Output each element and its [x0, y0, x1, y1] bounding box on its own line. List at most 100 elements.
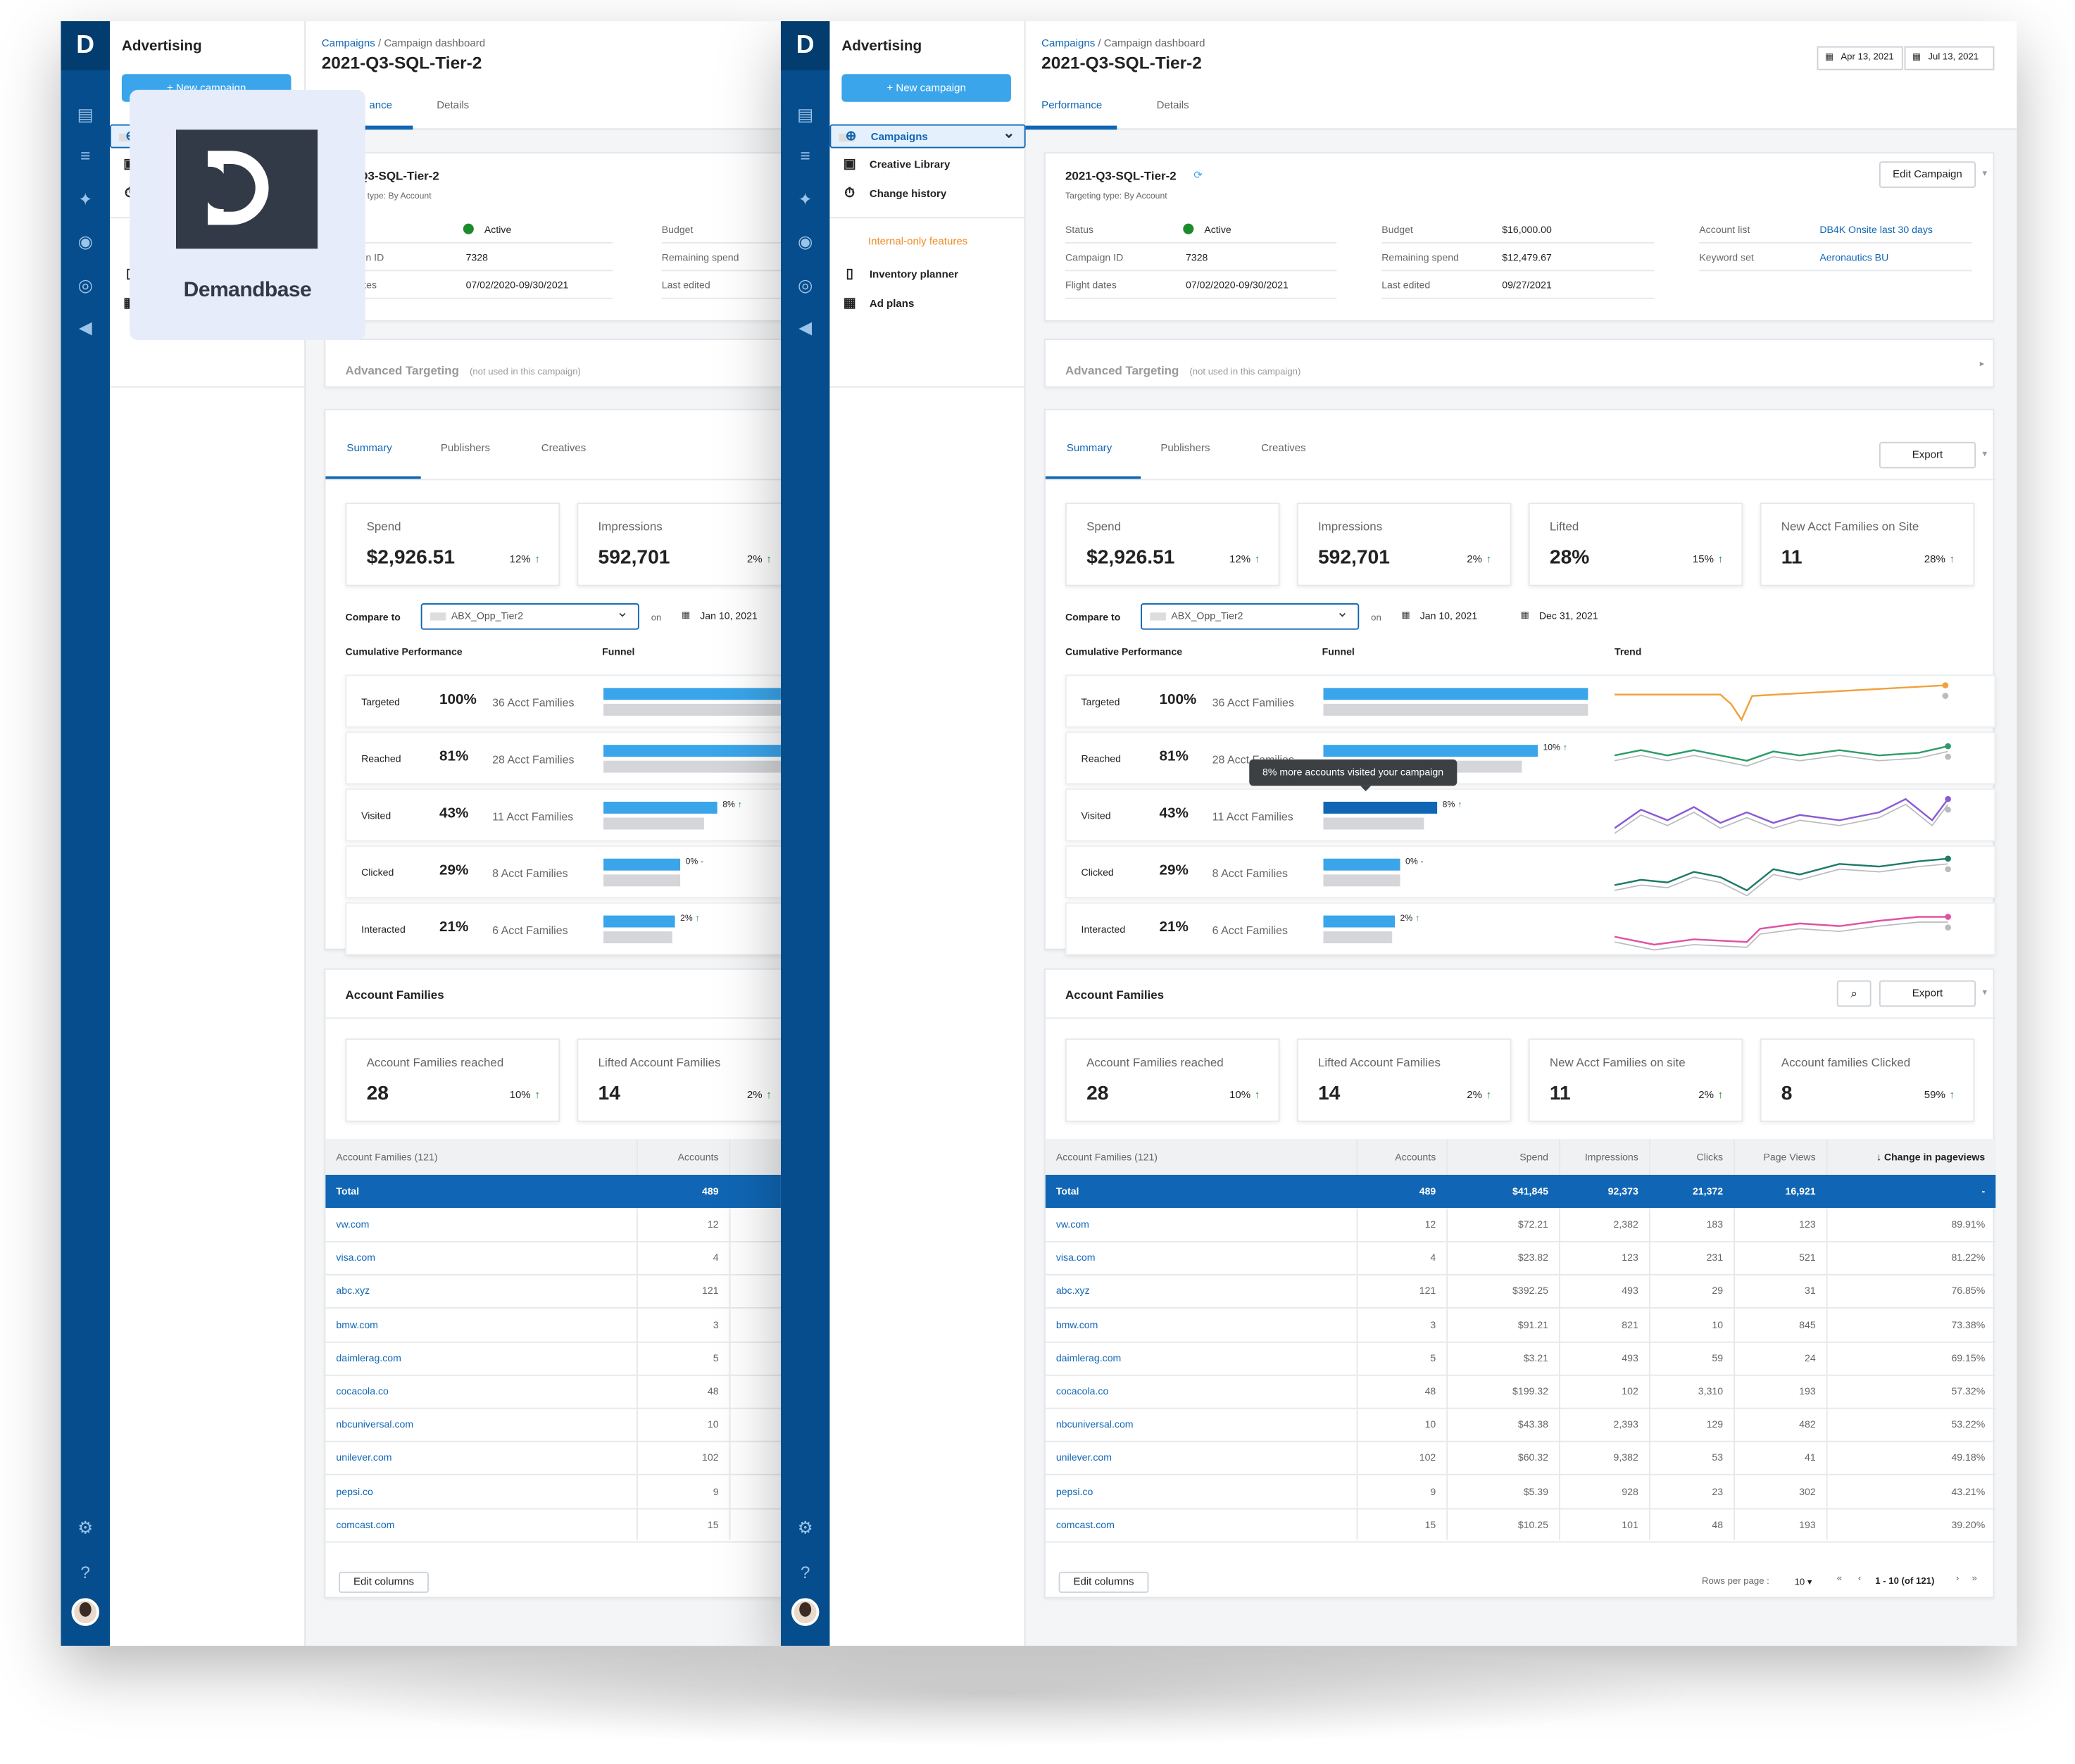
- account-link[interactable]: daimlerag.com: [1046, 1341, 1357, 1374]
- account-link[interactable]: abc.xyz: [325, 1275, 637, 1308]
- logo-icon[interactable]: D: [61, 21, 110, 70]
- compare-date-1[interactable]: Jan 10, 2021: [1399, 603, 1505, 630]
- account-link[interactable]: bmw.com: [1046, 1308, 1357, 1341]
- nav-item[interactable]: ▦ Ad plans: [829, 292, 1025, 316]
- breadcrumb-root[interactable]: Campaigns: [322, 37, 375, 49]
- nav-item[interactable]: ▣ Creative Library: [829, 153, 1025, 177]
- first-page-icon[interactable]: «: [1837, 1575, 1842, 1584]
- account-link[interactable]: nbcuniversal.com: [1046, 1408, 1357, 1441]
- account-link[interactable]: abc.xyz: [1046, 1275, 1357, 1308]
- column-header[interactable]: ↓ Change in pageviews: [1826, 1139, 1996, 1175]
- account-link[interactable]: daimlerag.com: [325, 1341, 637, 1374]
- account-link[interactable]: pepsi.co: [1046, 1475, 1357, 1508]
- account-link[interactable]: vw.com: [1046, 1208, 1357, 1241]
- compare-date-2[interactable]: Dec 31, 2021: [1518, 603, 1624, 630]
- search-icon[interactable]: ⌕: [1836, 980, 1872, 1007]
- end-date-button[interactable]: Jul 13, 2021: [1904, 46, 1995, 70]
- chevron-right-icon[interactable]: ▸: [1980, 358, 1985, 369]
- compare-segment-select[interactable]: ABX_Opp_Tier2: [1141, 600, 1360, 630]
- column-header[interactable]: Accounts: [1356, 1139, 1446, 1175]
- column-header[interactable]: Accounts: [637, 1139, 729, 1175]
- funnel-bar[interactable]: [603, 801, 717, 814]
- chevron-down-icon[interactable]: ▾: [1982, 987, 1987, 997]
- avatar[interactable]: [71, 1598, 99, 1626]
- funnel-bar[interactable]: [1323, 858, 1400, 871]
- column-header[interactable]: Clicks: [1649, 1139, 1734, 1175]
- account-link[interactable]: visa.com: [1046, 1241, 1357, 1274]
- rows-per-page-select[interactable]: 10 ▾: [1795, 1577, 1812, 1587]
- start-date-button[interactable]: Apr 13, 2021: [1817, 46, 1903, 70]
- account-link[interactable]: unilever.com: [325, 1442, 637, 1475]
- summary-tab[interactable]: Summary: [346, 442, 391, 454]
- next-page-icon[interactable]: ›: [1956, 1575, 1959, 1584]
- nav-item[interactable]: ▯ Inventory planner: [829, 263, 1025, 287]
- account-list-link[interactable]: DB4K Onsite last 30 days: [1819, 224, 1933, 236]
- funnel-bar[interactable]: [1323, 915, 1395, 928]
- last-page-icon[interactable]: »: [1971, 1575, 1976, 1584]
- account-link[interactable]: cocacola.co: [325, 1375, 637, 1408]
- column-header[interactable]: Spend: [729, 1139, 784, 1175]
- account-link[interactable]: cocacola.co: [1046, 1375, 1357, 1408]
- accounts-icon[interactable]: ▤: [74, 103, 96, 126]
- funnel-icon[interactable]: ≡: [74, 144, 96, 167]
- tab-performance[interactable]: ance: [369, 99, 392, 111]
- database-icon[interactable]: ◉: [74, 230, 96, 253]
- database-icon[interactable]: ◉: [794, 230, 817, 253]
- keyword-set-link[interactable]: Aeronautics BU: [1819, 251, 1888, 263]
- funnel-bar[interactable]: [1323, 801, 1438, 814]
- funnel-icon[interactable]: ≡: [794, 144, 817, 167]
- advanced-targeting-bar[interactable]: Advanced Targeting (not used in this camp…: [1043, 339, 1995, 388]
- edit-columns-button[interactable]: Edit columns: [1058, 1571, 1149, 1593]
- account-link[interactable]: comcast.com: [1046, 1508, 1357, 1541]
- help-icon[interactable]: ?: [74, 1561, 96, 1584]
- compare-segment-select[interactable]: ABX_Opp_Tier2: [420, 600, 639, 630]
- summary-tab[interactable]: Summary: [1067, 442, 1112, 454]
- funnel-bar[interactable]: [603, 858, 681, 871]
- gear-icon[interactable]: ⚙: [74, 1516, 96, 1539]
- target-icon[interactable]: ◎: [74, 274, 96, 296]
- chevron-down-icon[interactable]: ▾: [1982, 448, 1987, 459]
- column-header[interactable]: Page Views: [1734, 1139, 1826, 1175]
- breadcrumb-root[interactable]: Campaigns: [1041, 37, 1095, 49]
- gear-icon[interactable]: ⚙: [794, 1516, 817, 1539]
- new-campaign-button[interactable]: + New campaign: [841, 74, 1011, 102]
- help-icon[interactable]: ?: [794, 1561, 817, 1584]
- insights-icon[interactable]: ✦: [74, 188, 96, 210]
- account-link[interactable]: nbcuniversal.com: [325, 1408, 637, 1441]
- nav-item[interactable]: ⊕ Campaigns: [829, 122, 1026, 149]
- nav-item[interactable]: ⏱ Change history: [829, 182, 1025, 206]
- funnel-bar[interactable]: [1323, 745, 1538, 757]
- tab-details[interactable]: Details: [1157, 99, 1189, 111]
- account-link[interactable]: unilever.com: [1046, 1442, 1357, 1475]
- funnel-bar[interactable]: [603, 745, 784, 757]
- summary-tab[interactable]: Publishers: [441, 442, 490, 454]
- account-link[interactable]: pepsi.co: [325, 1475, 637, 1508]
- advanced-targeting-bar[interactable]: Advanced Targeting (not used in this camp…: [324, 339, 784, 388]
- funnel-bar[interactable]: [603, 915, 675, 928]
- edit-columns-button[interactable]: Edit columns: [339, 1571, 429, 1593]
- logo-icon[interactable]: D: [780, 21, 830, 70]
- summary-tab[interactable]: Creatives: [541, 442, 587, 454]
- account-link[interactable]: comcast.com: [325, 1508, 637, 1541]
- account-link[interactable]: bmw.com: [325, 1308, 637, 1341]
- export-button[interactable]: Export: [1879, 441, 1976, 469]
- edit-campaign-button[interactable]: Edit Campaign: [1879, 161, 1976, 188]
- compare-date-1[interactable]: Jan 10, 2021: [679, 603, 783, 630]
- export-button[interactable]: Export: [1879, 980, 1976, 1007]
- column-header[interactable]: Account Families (121): [1046, 1139, 1357, 1175]
- megaphone-icon[interactable]: ◀: [794, 316, 817, 339]
- chevron-down-icon[interactable]: ▾: [1982, 168, 1987, 179]
- funnel-bar[interactable]: [603, 688, 784, 700]
- prev-page-icon[interactable]: ‹: [1858, 1575, 1861, 1584]
- insights-icon[interactable]: ✦: [794, 188, 817, 210]
- megaphone-icon[interactable]: ◀: [74, 316, 96, 339]
- tab-details[interactable]: Details: [437, 99, 469, 111]
- tab-performance[interactable]: Performance: [1041, 99, 1102, 111]
- avatar[interactable]: [791, 1598, 820, 1626]
- column-header[interactable]: Spend: [1446, 1139, 1559, 1175]
- refresh-icon[interactable]: ⟳: [1193, 170, 1203, 182]
- column-header[interactable]: Account Families (121): [325, 1139, 637, 1175]
- column-header[interactable]: Impressions: [1559, 1139, 1649, 1175]
- account-link[interactable]: vw.com: [325, 1208, 637, 1241]
- summary-tab[interactable]: Publishers: [1160, 442, 1210, 454]
